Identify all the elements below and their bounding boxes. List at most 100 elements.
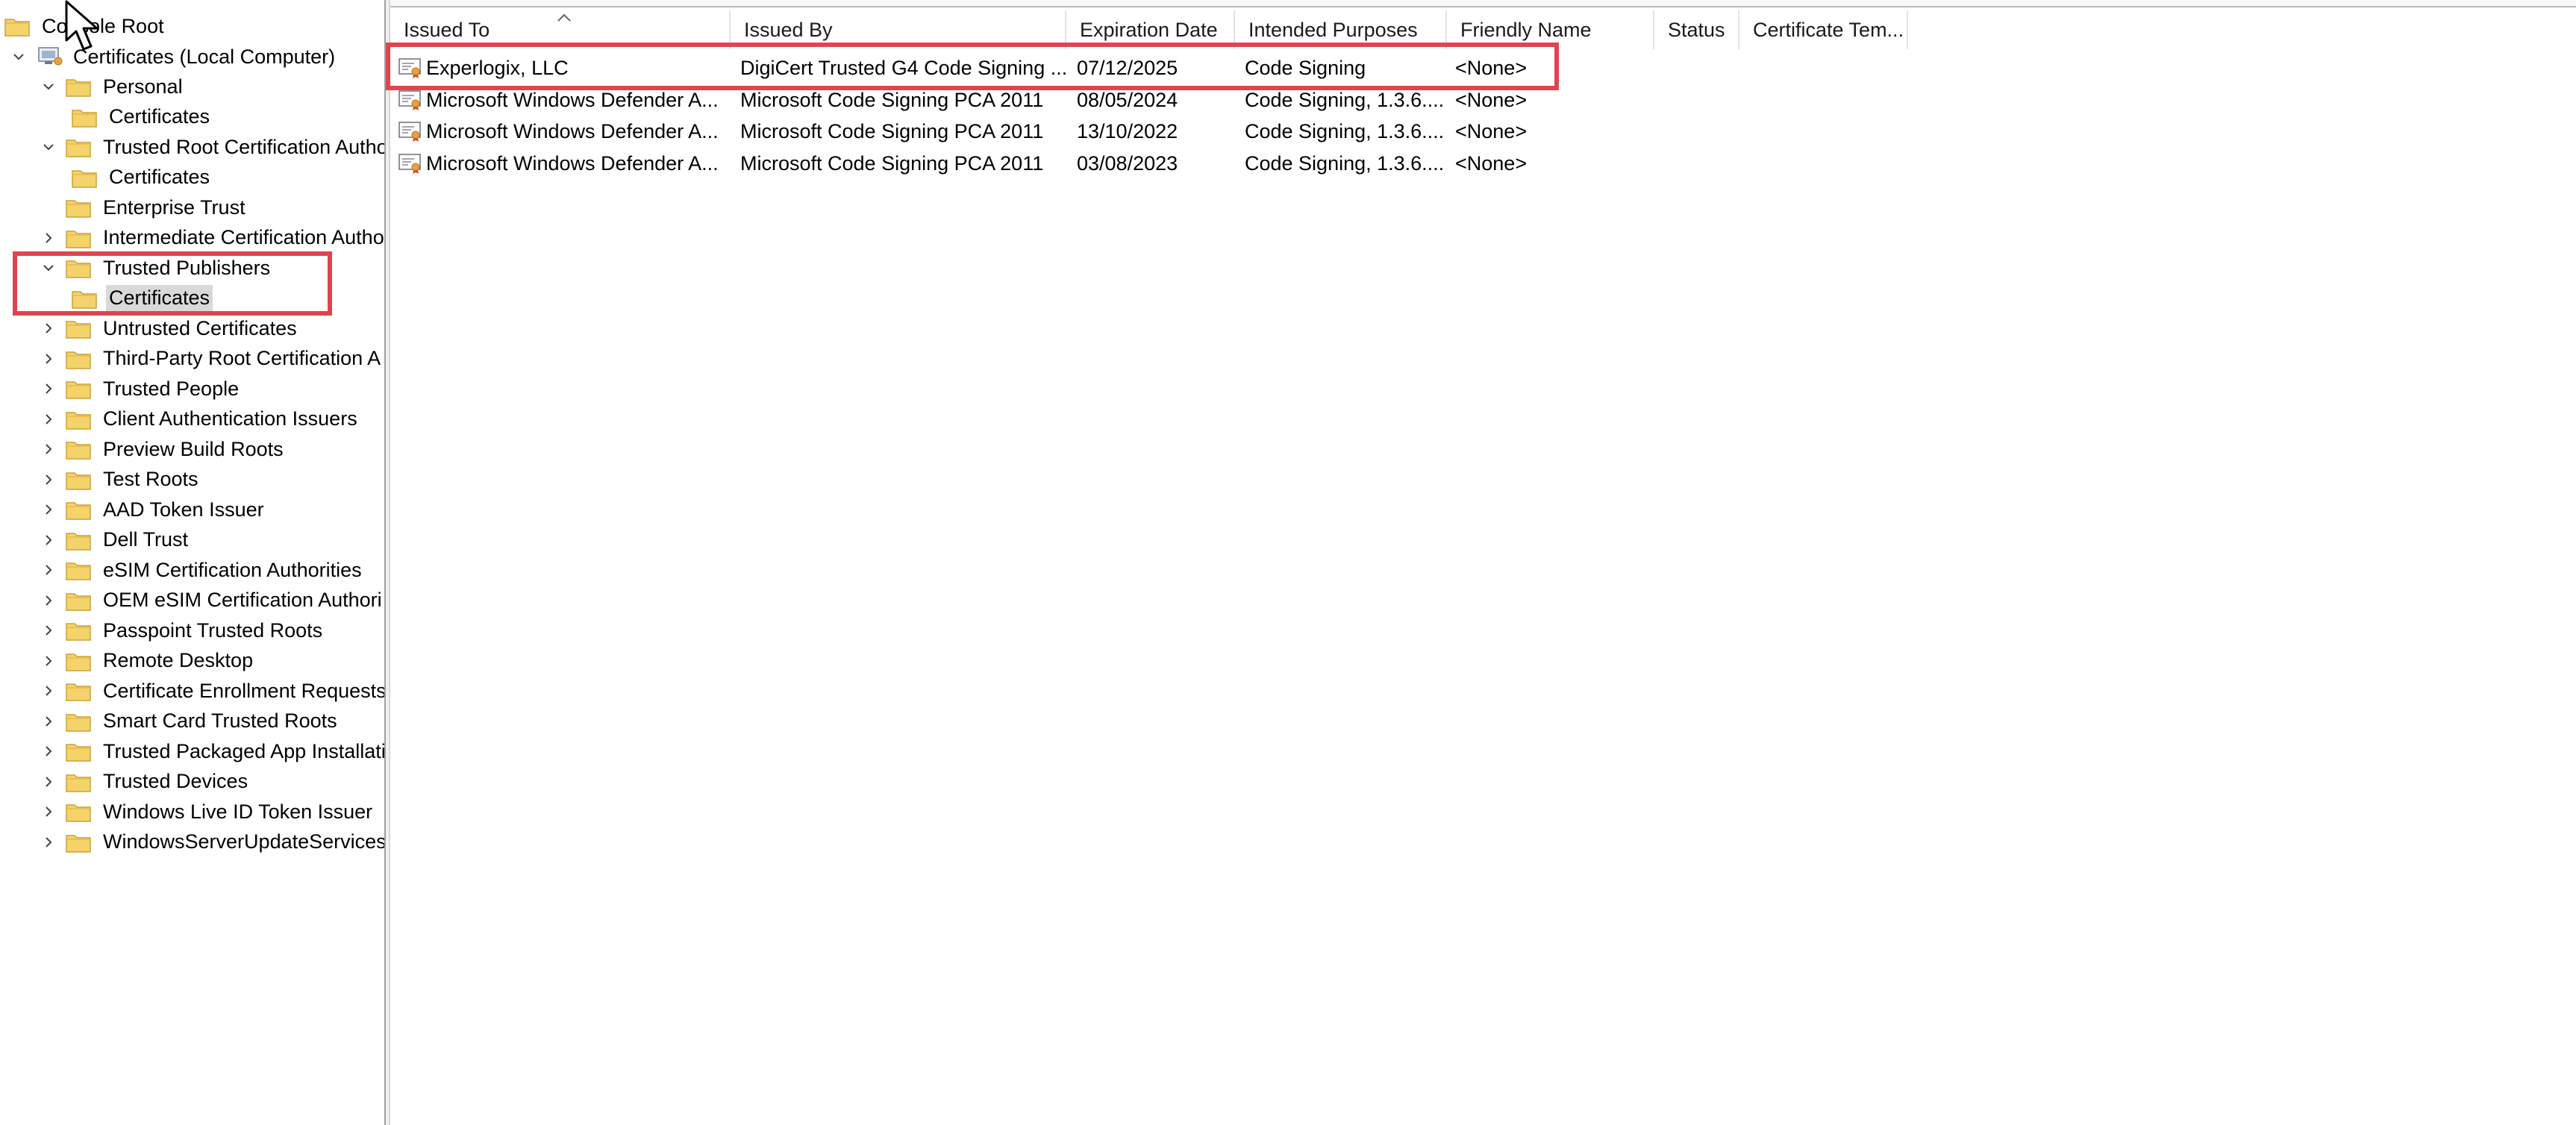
tree-node-label: Windows Live ID Token Issuer — [103, 800, 373, 823]
tree-node-19[interactable]: Remote Desktop — [39, 646, 256, 676]
tree-node-23[interactable]: Trusted Devices — [39, 767, 251, 797]
tree-node-9[interactable]: Third-Party Root Certification A — [39, 344, 384, 374]
chevron-right-icon[interactable] — [39, 495, 58, 524]
column-header-status[interactable]: Status — [1654, 10, 1739, 49]
certificate-icon — [398, 154, 421, 174]
tree-node-22[interactable]: Trusted Packaged App Installatio — [39, 736, 384, 766]
tree-node-7[interactable]: Certificates — [72, 283, 213, 313]
table-row[interactable]: Microsoft Windows Defender A... Microsoft… — [390, 148, 1584, 179]
chevron-right-icon[interactable] — [39, 525, 58, 555]
column-header-expiration-date[interactable]: Expiration Date — [1066, 10, 1235, 49]
cell-issued-by: Microsoft Code Signing PCA 2011 — [740, 84, 1069, 116]
chevron-right-icon[interactable] — [39, 374, 58, 404]
tree-node-label: Enterprise Trust — [103, 195, 246, 219]
cell-text: Microsoft Code Signing PCA 2011 — [740, 119, 1044, 142]
cell-text: <None> — [1455, 119, 1528, 142]
tree-node-8[interactable]: Untrusted Certificates — [39, 313, 300, 343]
tree-node-label: Dell Trust — [103, 528, 189, 551]
table-row[interactable]: Experlogix, LLC DigiCert Trusted G4 Code … — [390, 52, 1584, 84]
tree-node-2[interactable]: Trusted Root Certification Autho — [39, 132, 384, 162]
chevron-down-icon[interactable] — [39, 72, 58, 101]
chevron-right-icon[interactable] — [39, 434, 58, 464]
tree-node-0[interactable]: Personal — [39, 72, 186, 101]
tree-node-4[interactable]: Enterprise Trust — [39, 192, 248, 222]
cell-text: 07/12/2025 — [1077, 56, 1178, 79]
tree-node-certificates-local-computer[interactable]: Certificates (Local Computer) — [9, 42, 338, 72]
cell-text: DigiCert Trusted G4 Code Signing ... — [740, 56, 1068, 79]
tree-node-5[interactable]: Intermediate Certification Autho — [39, 223, 384, 253]
tree-node-label: Untrusted Certificates — [103, 316, 297, 339]
tree-node-10[interactable]: Trusted People — [39, 374, 242, 404]
table-row[interactable]: Microsoft Windows Defender A... Microsoft… — [390, 84, 1584, 116]
tree-node-label: Client Authentication Issuers — [103, 407, 357, 430]
pane-splitter[interactable] — [384, 0, 390, 1125]
tree-node-18[interactable]: Passpoint Trusted Roots — [39, 615, 325, 645]
tree-node-14[interactable]: AAD Token Issuer — [39, 495, 267, 524]
chevron-right-icon[interactable] — [39, 676, 58, 706]
chevron-right-icon[interactable] — [39, 736, 58, 766]
chevron-down-icon[interactable] — [39, 132, 58, 162]
tree-node-12[interactable]: Preview Build Roots — [39, 434, 287, 464]
chevron-down-icon[interactable] — [39, 253, 58, 283]
chevron-right-icon[interactable] — [39, 706, 58, 736]
column-header-friendly-name[interactable]: Friendly Name — [1447, 10, 1654, 49]
certificate-icon — [398, 90, 421, 110]
tree-node-1[interactable]: Certificates — [72, 102, 213, 132]
column-header-certificate-template[interactable]: Certificate Tem... — [1739, 10, 1908, 49]
cell-issued-to: Microsoft Windows Defender A... — [398, 148, 726, 179]
tree-node-20[interactable]: Certificate Enrollment Requests — [39, 676, 384, 706]
tree-node-label: Third-Party Root Certification A — [103, 347, 381, 369]
chevron-down-icon[interactable] — [9, 42, 28, 72]
tree-node-11[interactable]: Client Authentication Issuers — [39, 404, 360, 434]
tree-node-15[interactable]: Dell Trust — [39, 525, 191, 555]
cell-text: Code Signing, 1.3.6.... — [1245, 151, 1445, 175]
folder-icon — [66, 471, 91, 490]
cell-text: <None> — [1455, 56, 1528, 79]
tree-node-label: Trusted Root Certification Autho — [103, 135, 384, 158]
column-header-intended-purposes[interactable]: Intended Purposes — [1235, 10, 1447, 49]
table-row[interactable]: Microsoft Windows Defender A... Microsoft… — [390, 116, 1584, 147]
tree-node-label: Smart Card Trusted Roots — [103, 709, 337, 732]
folder-icon — [66, 321, 91, 339]
tree-node-label: Trusted People — [103, 377, 240, 400]
tree-node-label: Preview Build Roots — [103, 437, 284, 460]
folder-icon — [66, 683, 91, 701]
chevron-right-icon[interactable] — [39, 404, 58, 434]
cell-text: <None> — [1455, 151, 1528, 175]
tree-node-3[interactable]: Certificates — [72, 163, 213, 192]
cell-text: Microsoft Windows Defender A... — [426, 88, 719, 111]
folder-icon — [66, 200, 91, 218]
tree-node-21[interactable]: Smart Card Trusted Roots — [39, 706, 340, 736]
column-header-issued-by[interactable]: Issued By — [731, 10, 1066, 49]
chevron-right-icon[interactable] — [39, 827, 58, 857]
chevron-right-icon[interactable] — [39, 555, 58, 585]
cell-expiration: 08/05/2024 — [1077, 84, 1241, 116]
tree-node-25[interactable]: WindowsServerUpdateServices — [39, 827, 384, 857]
column-header-issued-to[interactable]: Issued To — [390, 10, 731, 49]
chevron-right-icon[interactable] — [39, 344, 58, 374]
tree-node-13[interactable]: Test Roots — [39, 465, 201, 495]
chevron-right-icon[interactable] — [39, 646, 58, 676]
tree-node-16[interactable]: eSIM Certification Authorities — [39, 555, 365, 585]
chevron-right-icon[interactable] — [39, 223, 58, 253]
tree-node-17[interactable]: OEM eSIM Certification Authori — [39, 586, 384, 615]
chevron-right-icon[interactable] — [39, 767, 58, 797]
header-top-border — [390, 0, 2576, 7]
chevron-right-icon[interactable] — [39, 313, 58, 343]
chevron-right-icon[interactable] — [39, 465, 58, 495]
cell-text: Microsoft Code Signing PCA 2011 — [740, 88, 1044, 111]
tree-node-label: WindowsServerUpdateServices — [103, 830, 384, 853]
cell-issued-by: Microsoft Code Signing PCA 2011 — [740, 148, 1069, 179]
console-tree: Console Root Certificates (Local Compute… — [0, 0, 384, 1125]
cell-friendly: <None> — [1455, 148, 1649, 179]
cell-purposes: Code Signing, 1.3.6.... — [1245, 84, 1454, 116]
chevron-right-icon[interactable] — [39, 797, 58, 827]
tree-node-24[interactable]: Windows Live ID Token Issuer — [39, 797, 375, 827]
chevron-right-icon[interactable] — [39, 586, 58, 615]
tree-node-6[interactable]: Trusted Publishers — [39, 253, 273, 283]
cell-issued-to: Microsoft Windows Defender A... — [398, 84, 726, 116]
tree-node-label: Intermediate Certification Autho — [103, 226, 384, 248]
cell-friendly: <None> — [1455, 84, 1649, 116]
chevron-right-icon[interactable] — [39, 615, 58, 645]
